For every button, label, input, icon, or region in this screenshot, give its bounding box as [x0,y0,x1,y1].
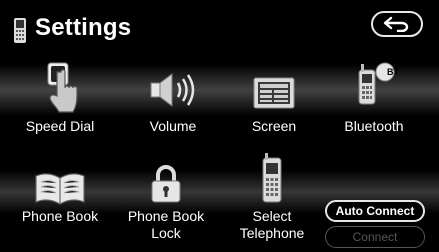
bluetooth-label: Bluetooth [344,118,404,134]
phone-book-lock-label-line2: Lock [151,225,181,241]
phone-book-button[interactable]: Phone Book [14,150,106,248]
auto-connect-button[interactable]: Auto Connect [325,200,425,222]
phone-book-lock-label-line1: Phone Book [127,208,205,224]
connect-button[interactable]: Connect [325,226,425,248]
phone-book-label: Phone Book [21,208,99,224]
screen-button[interactable]: Screen [228,58,320,140]
mobile-phone-icon [262,153,282,203]
phone-book-lock-button[interactable]: Phone Book Lock [120,150,212,248]
speed-dial-button[interactable]: Speed Dial [14,58,106,140]
bluetooth-button[interactable]: BT Bluetooth [328,58,420,140]
phone-icon [14,18,26,43]
bluetooth-badge: BT [387,67,399,77]
select-telephone-label-line1: Select [252,208,292,224]
volume-button[interactable]: Volume [127,58,219,140]
book-icon [35,173,85,205]
back-arrow-icon [383,16,409,32]
screen-label: Screen [251,118,297,134]
settings-screen: Settings Speed Dial Volume Screen BT Blu… [0,0,439,252]
page-title: Settings [35,14,132,41]
hand-touch-icon [47,62,78,113]
back-button[interactable] [371,11,423,37]
speaker-icon [150,73,195,107]
select-telephone-button[interactable]: Select Telephone [226,150,318,248]
volume-label: Volume [149,118,197,134]
display-icon [253,77,295,109]
select-telephone-label-line2: Telephone [239,225,305,241]
speed-dial-label: Speed Dial [25,118,95,134]
padlock-icon [151,165,181,203]
